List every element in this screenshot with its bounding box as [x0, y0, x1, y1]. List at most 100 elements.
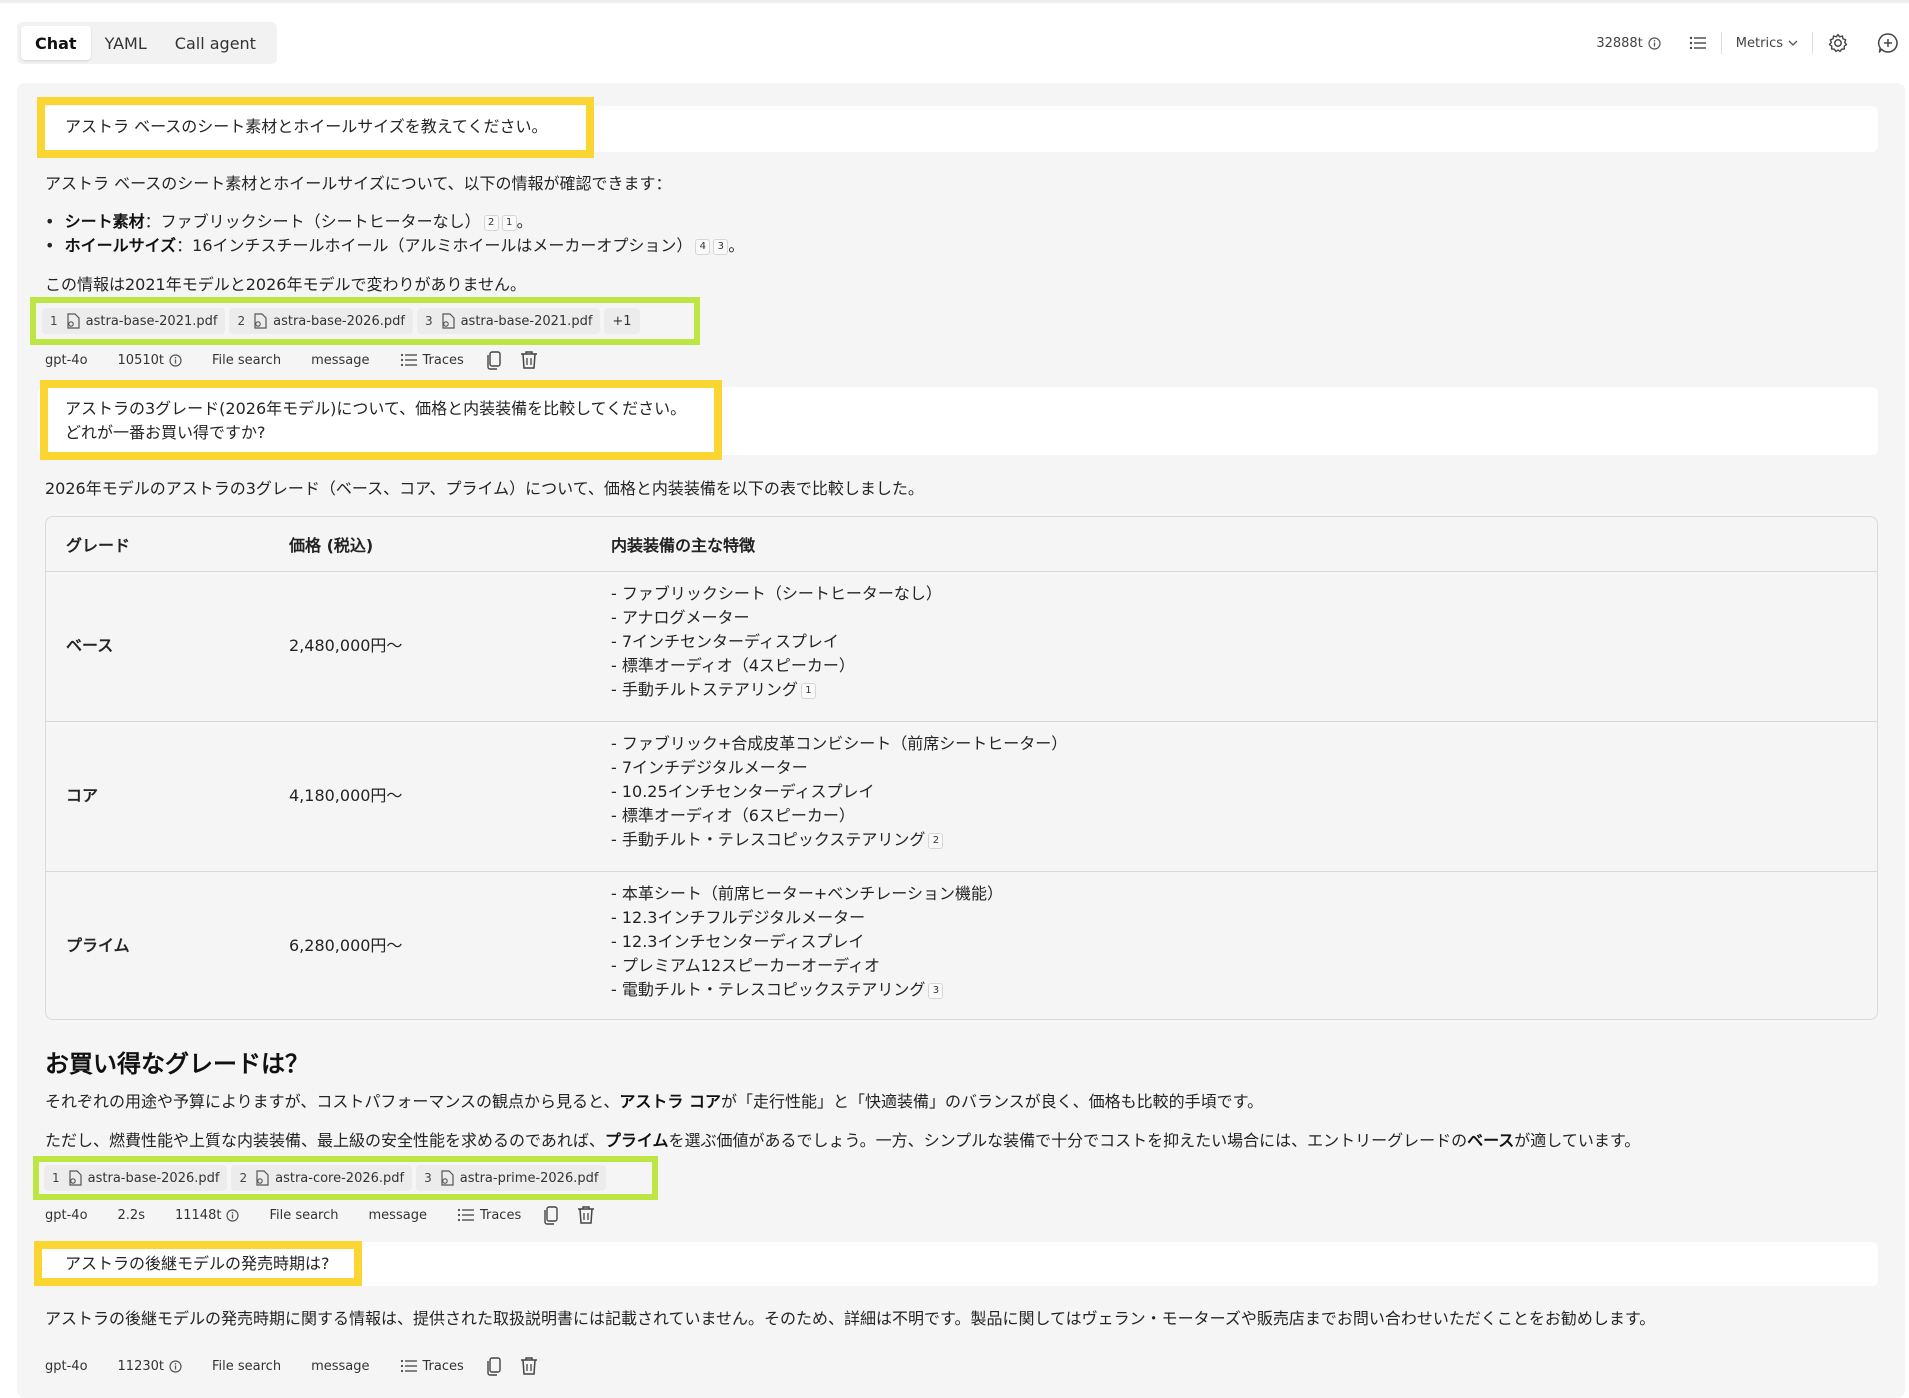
source-filename: astra-base-2021.pdf [460, 313, 593, 329]
citation-ref[interactable]: 2 [928, 832, 944, 849]
pdf-file-icon [253, 313, 267, 329]
feature-line: - 10.25インチセンターディスプレイ [611, 782, 875, 801]
chevron-down-icon [1788, 39, 1798, 47]
section-heading: お買い得なグレードは？ [45, 1050, 309, 1078]
paragraph-text: ただし、燃費性能や上質な内装装備、最上級の安全性能を求めるのであれば、 [45, 1131, 605, 1150]
feature-line: - 12.3インチセンターディスプレイ [611, 932, 865, 951]
table-cell-features: - 本革シート（前席ヒーター+ベンチレーション機能） - 12.3インチフルデジ… [611, 882, 1003, 1002]
feature-text: - 手動チルト・テレスコピックステアリング [611, 830, 926, 849]
source-chip[interactable]: 3 astra-base-2021.pdf [416, 308, 601, 334]
list-view-button[interactable] [1675, 35, 1721, 51]
traces-button[interactable]: Traces [400, 1359, 464, 1374]
info-icon[interactable] [169, 1359, 182, 1373]
delete-button[interactable] [520, 1356, 538, 1376]
pdf-file-icon [440, 1170, 454, 1186]
token-count: 32888t [1582, 36, 1674, 51]
feature-text: - 手動チルトステアリング [611, 680, 798, 699]
message-meta: gpt-4o 10510t File search message Traces [45, 348, 568, 372]
info-icon[interactable] [1648, 36, 1661, 50]
message-meta: gpt-4o 2.2s 11148t File search message T… [45, 1203, 625, 1227]
table-cell-grade: コア [66, 786, 99, 805]
assistant-intro: アストラ ベースのシート素材とホイールサイズについて、以下の情報が確認できます： [45, 174, 672, 193]
message-type: message [311, 352, 370, 368]
message-meta: gpt-4o 11230t File search message Traces [45, 1354, 568, 1378]
header-toolbar: 32888t Metrics [1582, 28, 1899, 58]
table-header-grade: グレード [66, 536, 131, 555]
source-chip[interactable]: 2 astra-core-2026.pdf [231, 1165, 413, 1191]
traces-label: Traces [422, 1358, 464, 1374]
traces-button[interactable]: Traces [400, 353, 464, 368]
table-cell-grade: プライム [66, 936, 130, 955]
tool-label: File search [211, 1358, 282, 1374]
traces-label: Traces [479, 1207, 522, 1223]
more-sources-chip[interactable]: +1 [604, 308, 640, 334]
settings-button[interactable] [1813, 32, 1863, 54]
trash-icon [520, 350, 538, 370]
user-message-text: アストラ ベースのシート素材とホイールサイズを教えてください。 [65, 117, 548, 136]
model-name: gpt-4o [45, 352, 88, 368]
feature-line: - 標準オーディオ（4スピーカー） [611, 656, 855, 675]
message-type: message [311, 1358, 370, 1374]
source-filename: astra-base-2021.pdf [85, 313, 218, 329]
copy-button[interactable] [486, 350, 502, 370]
trash-icon [577, 1205, 595, 1225]
gear-icon [1827, 32, 1849, 54]
token-usage-value: 11148t [174, 1207, 222, 1223]
list-icon [457, 1208, 475, 1222]
source-chip[interactable]: 1 astra-base-2026.pdf [44, 1165, 228, 1191]
source-chip[interactable]: 3 astra-prime-2026.pdf [416, 1165, 607, 1191]
copy-button[interactable] [543, 1205, 559, 1225]
punctuation: 。 [728, 236, 745, 255]
token-usage: 11148t [174, 1207, 240, 1223]
comparison-table: グレード 価格 (税込) 内装装備の主な特徴 ベース 2,480,000円～ -… [45, 516, 1878, 1020]
token-usage: 10510t [118, 353, 182, 368]
assistant-answer: アストラの後継モデルの発売時期に関する情報は、提供された取扱説明書には記載されて… [45, 1309, 1656, 1328]
source-filename: astra-prime-2026.pdf [459, 1170, 599, 1186]
citation-ref[interactable]: 3 [713, 238, 729, 255]
source-number: 1 [50, 314, 58, 328]
paragraph-text: が適しています。 [1514, 1131, 1641, 1150]
new-chat-button[interactable] [1863, 32, 1899, 54]
paragraph-text: が「走行性能」と「快適装備」のバランスが良く、価格も比較的手頃です。 [720, 1092, 1264, 1111]
citation-ref[interactable]: 1 [800, 682, 816, 699]
user-message-text: アストラの後継モデルの発売時期は? [65, 1254, 330, 1273]
traces-button[interactable]: Traces [457, 1208, 521, 1223]
list-icon [400, 353, 418, 367]
source-number: 2 [239, 1171, 248, 1185]
new-chat-icon [1877, 32, 1899, 54]
info-icon[interactable] [226, 1208, 240, 1222]
user-message-line: どれが一番お買い得ですか? [65, 423, 266, 442]
table-cell-price: 6,280,000円～ [289, 936, 403, 955]
pdf-file-icon [255, 1170, 269, 1186]
source-number: 3 [424, 1171, 432, 1185]
table-header-features: 内装装備の主な特徴 [611, 536, 756, 555]
source-chip[interactable]: 1 astra-base-2021.pdf [42, 308, 226, 334]
feature-line: - ファブリック+合成皮革コンビシート（前席シートヒーター） [611, 734, 1068, 753]
delete-button[interactable] [520, 350, 538, 370]
bullet-wheel: • ホイールサイズ：16インチスチールホイール（アルミホイールはメーカーオプショ… [45, 234, 744, 258]
citation-ref[interactable]: 2 [483, 214, 499, 231]
copy-button[interactable] [486, 1356, 502, 1376]
list-icon [400, 1359, 418, 1373]
citation-ref[interactable]: 3 [928, 982, 944, 999]
source-filename: astra-core-2026.pdf [275, 1170, 405, 1186]
tool-label: File search [269, 1207, 339, 1223]
citation-ref[interactable]: 1 [501, 214, 517, 231]
tab-call-agent[interactable]: Call agent [161, 26, 270, 60]
top-divider [0, 0, 1909, 3]
copy-icon [486, 1356, 502, 1376]
bullet-seat: • シート素材：ファブリックシート（シートヒーターなし） 2 1。 [45, 210, 533, 234]
source-chip[interactable]: 2 astra-base-2026.pdf [229, 308, 413, 334]
punctuation: 。 [516, 212, 533, 231]
info-icon[interactable] [169, 353, 182, 367]
citation-ref[interactable]: 4 [695, 238, 711, 255]
token-usage-value: 11230t [117, 1358, 164, 1374]
tab-chat[interactable]: Chat [21, 26, 91, 60]
delete-button[interactable] [577, 1205, 595, 1225]
feature-line: - プレミアム12スピーカーオーディオ [611, 956, 880, 975]
metrics-dropdown[interactable]: Metrics [1722, 36, 1812, 51]
feature-line: - 手動チルトステアリング 1 [611, 678, 942, 702]
user-message-line: アストラの3グレード(2026年モデル)について、価格と内装装備を比較してくださ… [65, 399, 687, 418]
source-number: 1 [52, 1171, 60, 1185]
tab-yaml[interactable]: YAML [91, 26, 161, 60]
